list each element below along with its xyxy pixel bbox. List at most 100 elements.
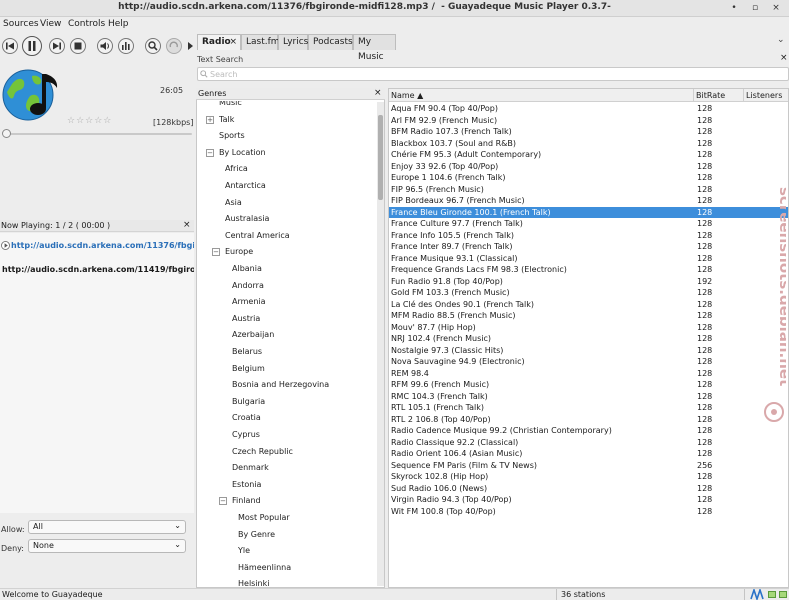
- station-row[interactable]: France Inter 89.7 (French Talk) 128: [389, 241, 788, 253]
- station-row[interactable]: France Bleu Gironde 100.1 (French Talk) 1…: [389, 206, 788, 218]
- genre-item[interactable]: Austria: [232, 314, 260, 323]
- genre-item[interactable]: By Genre: [238, 530, 275, 539]
- station-row[interactable]: Arl FM 92.9 (French Music) 128: [389, 115, 788, 127]
- station-row[interactable]: France Culture 97.7 (French Talk) 128: [389, 218, 788, 230]
- menu-view[interactable]: View: [40, 19, 61, 29]
- genre-item[interactable]: Andorra: [232, 281, 264, 290]
- station-row[interactable]: Fun Radio 91.8 (Top 40/Pop) 192: [389, 276, 788, 288]
- station-row[interactable]: Radio Classique 92.2 (Classical) 128: [389, 437, 788, 449]
- genre-item[interactable]: Bulgaria: [232, 397, 265, 406]
- tab-my-music[interactable]: My Music: [353, 34, 396, 62]
- station-row[interactable]: Virgin Radio 94.3 (Top 40/Pop) 128: [389, 494, 788, 506]
- close-now-playing-button[interactable]: ×: [183, 220, 191, 230]
- station-row[interactable]: Enjoy 33 92.6 (Top 40/Pop) 128: [389, 161, 788, 173]
- genre-item[interactable]: Belgium: [232, 364, 265, 373]
- collapse-icon[interactable]: −: [219, 497, 227, 506]
- station-row[interactable]: RFM 99.6 (French Music) 128: [389, 379, 788, 391]
- search-input[interactable]: Search: [197, 67, 789, 81]
- station-row[interactable]: Skyrock 102.8 (Hip Hop) 128: [389, 471, 788, 483]
- genre-item[interactable]: Asia: [225, 198, 242, 207]
- station-row[interactable]: Nova Sauvagine 94.9 (Electronic) 128: [389, 356, 788, 368]
- genre-item[interactable]: Armenia: [232, 297, 266, 306]
- genre-item[interactable]: Czech Republic: [232, 447, 293, 456]
- tab-radio[interactable]: Radio ×: [197, 34, 241, 50]
- genre-item[interactable]: Belarus: [232, 347, 262, 356]
- close-tab-icon[interactable]: ×: [229, 35, 237, 50]
- expand-icon[interactable]: +: [206, 115, 214, 124]
- station-row[interactable]: Europe 1 104.6 (French Talk) 128: [389, 172, 788, 184]
- genre-item[interactable]: Africa: [225, 164, 248, 173]
- equalizer-icon[interactable]: [118, 38, 134, 54]
- close-search-button[interactable]: ×: [780, 53, 788, 63]
- audio-scrobble-icon[interactable]: [750, 589, 764, 600]
- genre-item[interactable]: Cyprus: [232, 430, 260, 439]
- genre-item[interactable]: Albania: [232, 264, 262, 273]
- station-row[interactable]: Nostalgie 97.3 (Classic Hits) 128: [389, 345, 788, 357]
- genre-item[interactable]: Most Popular: [238, 513, 290, 522]
- repeat-icon[interactable]: [166, 38, 182, 54]
- station-row[interactable]: MFM Radio 88.5 (French Music) 128: [389, 310, 788, 322]
- menu-sources[interactable]: Sources: [3, 19, 39, 29]
- menu-controls[interactable]: Controls: [68, 19, 105, 29]
- genre-item[interactable]: Bosnia and Herzegovina: [232, 380, 329, 389]
- station-row[interactable]: Sud Radio 106.0 (News) 128: [389, 483, 788, 495]
- station-row[interactable]: France Musique 93.1 (Classical) 128: [389, 253, 788, 265]
- station-row[interactable]: Blackbox 103.7 (Soul and R&B) 128: [389, 138, 788, 150]
- station-row[interactable]: Radio Cadence Musique 99.2 (Christian Co…: [389, 425, 788, 437]
- genre-item[interactable]: By Location: [219, 148, 266, 157]
- genre-item[interactable]: Helsinki: [238, 579, 269, 587]
- playlist-item[interactable]: http://audio.scdn.arkena.com/11376/fbgir…: [0, 240, 194, 252]
- column-bitrate[interactable]: BitRate: [694, 89, 744, 102]
- previous-icon[interactable]: [2, 38, 18, 54]
- station-row[interactable]: Wit FM 100.8 (Top 40/Pop) 128: [389, 506, 788, 518]
- station-row[interactable]: France Info 105.5 (French Talk) 128: [389, 230, 788, 242]
- genre-item[interactable]: Central America: [225, 231, 290, 240]
- next-icon[interactable]: [49, 38, 65, 54]
- tabs-menu-chevron-icon[interactable]: ⌄: [777, 35, 785, 45]
- column-listeners[interactable]: Listeners: [744, 89, 788, 102]
- station-row[interactable]: BFM Radio 107.3 (French Talk) 128: [389, 126, 788, 138]
- deny-dropdown[interactable]: None ⌄: [28, 539, 186, 553]
- station-row[interactable]: La Clé des Ondes 90.1 (French Talk) 128: [389, 299, 788, 311]
- station-row[interactable]: RTL 2 106.8 (Top 40/Pop) 128: [389, 414, 788, 426]
- stop-icon[interactable]: [70, 38, 86, 54]
- genre-item[interactable]: Antarctica: [225, 181, 266, 190]
- genre-item[interactable]: Denmark: [232, 463, 269, 472]
- genre-item[interactable]: Estonia: [232, 480, 261, 489]
- station-row[interactable]: FIP 96.5 (French Music) 128: [389, 184, 788, 196]
- pause-icon[interactable]: [22, 36, 42, 56]
- close-genres-button[interactable]: ×: [374, 88, 382, 98]
- volume-icon[interactable]: [97, 38, 113, 54]
- genre-item[interactable]: Sports: [219, 131, 245, 140]
- genre-item[interactable]: Azerbaijan: [232, 330, 274, 339]
- collapse-icon[interactable]: −: [206, 148, 214, 157]
- tab-podcasts[interactable]: Podcasts: [308, 34, 353, 50]
- more-icon[interactable]: [186, 38, 194, 54]
- menu-help[interactable]: Help: [108, 19, 129, 29]
- tab-lastfm[interactable]: Last.fm: [241, 34, 280, 50]
- tab-lyrics[interactable]: Lyrics: [278, 34, 308, 50]
- genre-item[interactable]: Music: [219, 101, 242, 107]
- genre-item[interactable]: Croatia: [232, 413, 261, 422]
- close-button[interactable]: ×: [769, 2, 783, 14]
- allow-dropdown[interactable]: All ⌄: [28, 520, 186, 534]
- seek-bar[interactable]: [2, 129, 192, 138]
- station-row[interactable]: Frequence Grands Lacs FM 98.3 (Electroni…: [389, 264, 788, 276]
- genres-scroll-thumb[interactable]: [378, 115, 383, 200]
- station-row[interactable]: FIP Bordeaux 96.7 (French Music) 128: [389, 195, 788, 207]
- maximize-button[interactable]: ▫: [748, 2, 762, 14]
- rating-stars[interactable]: ☆☆☆☆☆: [67, 116, 112, 126]
- genre-item[interactable]: Hämeenlinna: [238, 563, 291, 572]
- station-row[interactable]: REM 98.4 128: [389, 368, 788, 380]
- database-icon[interactable]: [778, 589, 788, 600]
- genre-item[interactable]: Yle: [238, 546, 250, 555]
- genre-item[interactable]: Europe: [225, 247, 253, 256]
- station-row[interactable]: Chérie FM 95.3 (Adult Contemporary) 128: [389, 149, 788, 161]
- station-row[interactable]: Mouv' 87.7 (Hip Hop) 128: [389, 322, 788, 334]
- collapse-icon[interactable]: −: [212, 248, 220, 257]
- playlist-item[interactable]: http://audio.scdn.arkena.com/11419/fbgir…: [0, 264, 194, 276]
- station-row[interactable]: RTL 105.1 (French Talk) 128: [389, 402, 788, 414]
- column-name[interactable]: Name ▲: [389, 89, 694, 102]
- station-row[interactable]: Aqua FM 90.4 (Top 40/Pop) 128: [389, 103, 788, 115]
- genre-item[interactable]: Finland: [232, 496, 261, 505]
